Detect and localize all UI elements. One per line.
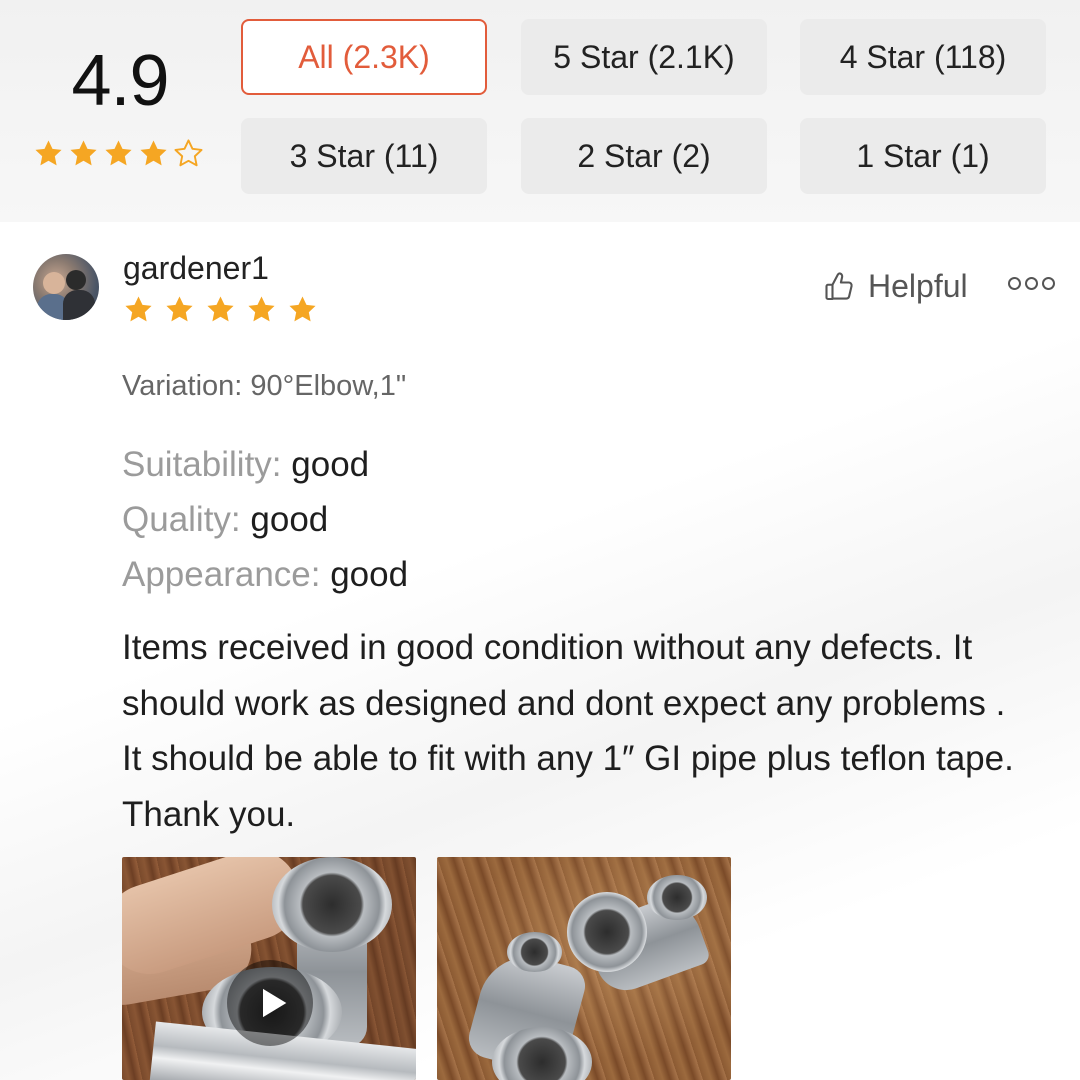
- filter-3-star[interactable]: 3 Star (11): [241, 118, 487, 194]
- variation-text: Variation: 90°Elbow,1": [122, 370, 407, 402]
- average-score: 4.9: [71, 41, 169, 121]
- filter-5-star[interactable]: 5 Star (2.1K): [521, 19, 767, 95]
- star-icon: [102, 137, 135, 170]
- reviewer-name: gardener1: [123, 250, 269, 286]
- review-photo-thumbnail[interactable]: [437, 857, 731, 1080]
- review-video-thumbnail[interactable]: [122, 857, 416, 1080]
- star-icon: [67, 137, 100, 170]
- more-options-icon[interactable]: [1008, 277, 1055, 290]
- star-icon: [204, 293, 237, 326]
- star-icon: [122, 293, 155, 326]
- play-icon[interactable]: [227, 960, 313, 1046]
- review-body: Items received in good condition without…: [122, 628, 1014, 834]
- attribute-value: good: [330, 555, 409, 594]
- filter-2-star[interactable]: 2 Star (2): [521, 118, 767, 194]
- attribute-appearance: Appearance: good: [122, 555, 408, 595]
- star-icon: [137, 137, 170, 170]
- average-star-rating: [32, 137, 205, 170]
- attribute-key: Appearance:: [122, 555, 321, 594]
- star-icon: [163, 293, 196, 326]
- attribute-suitability: Suitability: good: [122, 445, 369, 485]
- attribute-key: Suitability:: [122, 445, 282, 484]
- helpful-button[interactable]: Helpful: [822, 268, 968, 305]
- attribute-value: good: [291, 445, 370, 484]
- star-outline-icon: [172, 137, 205, 170]
- attribute-key: Quality:: [122, 500, 241, 539]
- helpful-label: Helpful: [868, 268, 968, 304]
- star-icon: [32, 137, 65, 170]
- rating-summary: 4.9 All (2.3K) 5 Star (2.1K) 4 Star (118…: [0, 0, 1080, 222]
- attribute-value: good: [250, 500, 329, 539]
- filter-4-star[interactable]: 4 Star (118): [800, 19, 1046, 95]
- avatar[interactable]: [33, 254, 99, 320]
- star-icon: [286, 293, 319, 326]
- thumbs-up-icon: [822, 269, 858, 305]
- star-icon: [245, 293, 278, 326]
- review-star-rating: [122, 293, 319, 326]
- filter-all[interactable]: All (2.3K): [241, 19, 487, 95]
- attribute-quality: Quality: good: [122, 500, 328, 540]
- filter-1-star[interactable]: 1 Star (1): [800, 118, 1046, 194]
